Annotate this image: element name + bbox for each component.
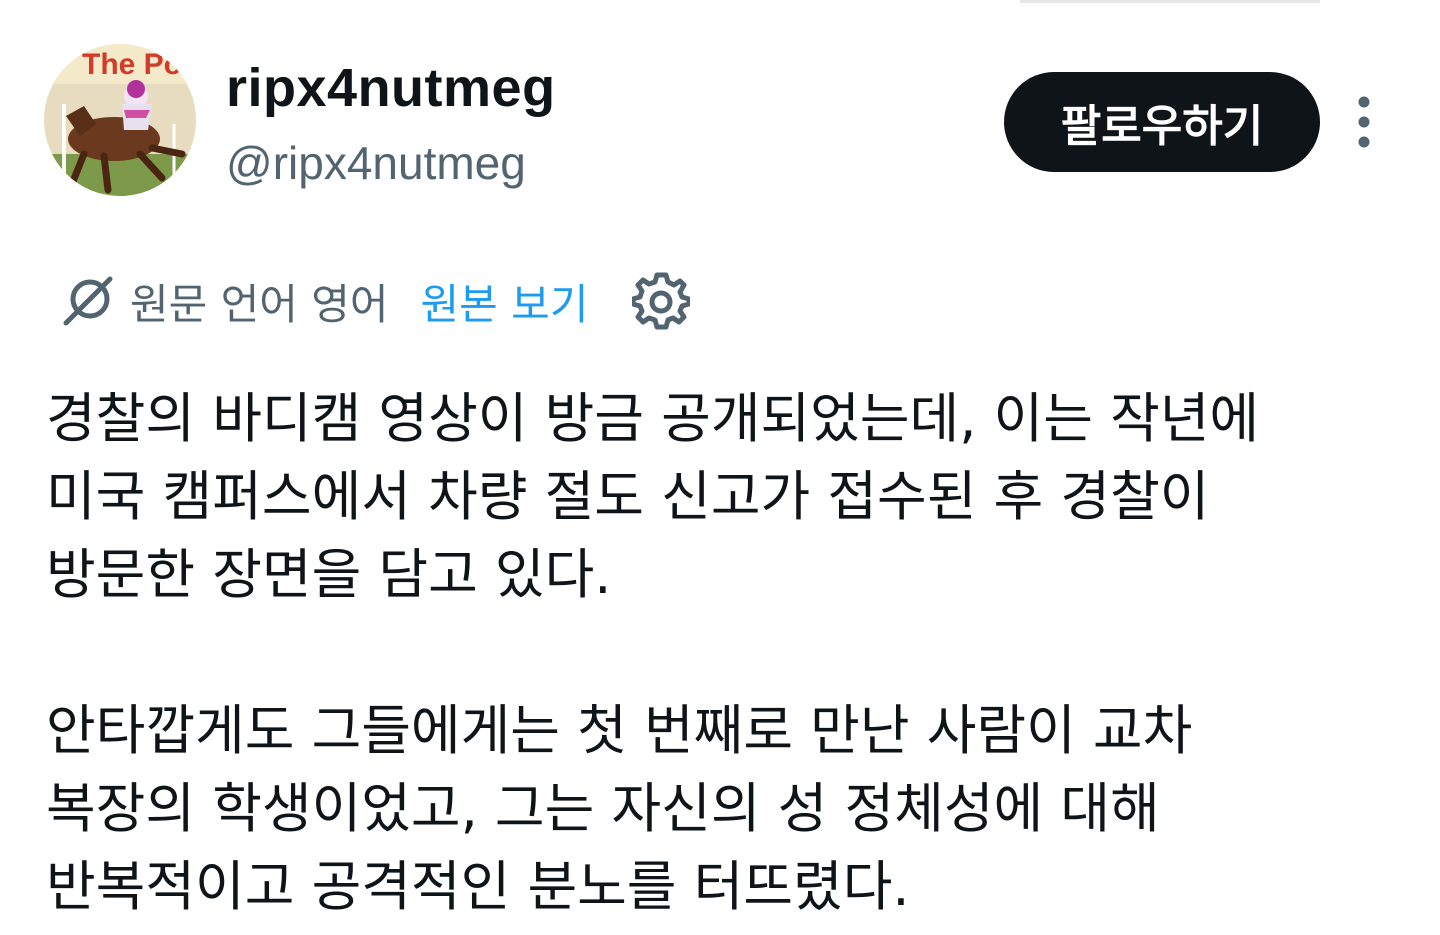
- tweet-paragraph: 경찰의 바디캠 영상이 방금 공개되었는데, 이는 작년에 미국 캠퍼스에서 차…: [46, 380, 1416, 614]
- more-vertical-icon[interactable]: [1344, 94, 1384, 150]
- tweet-view: The Post ripx4nutmeg @ripx4nutmeg 팔로우하기 …: [0, 0, 1440, 935]
- horse-racing-avatar-icon: The Post: [44, 44, 196, 196]
- tweet-line: 반복적이고 공격적인 분노를 터뜨렸다.: [46, 855, 910, 918]
- source-language-label: 원문 언어 영어: [130, 279, 389, 329]
- avatar[interactable]: The Post: [44, 44, 196, 196]
- avatar-text: The Post: [82, 48, 196, 81]
- top-divider: [1020, 0, 1320, 3]
- show-original-link[interactable]: 원본 보기: [421, 271, 589, 332]
- tweet-line: 복장의 학생이었고, 그는 자신의 성 정체성에 대해: [46, 777, 1160, 840]
- translation-bar: 원문 언어 영어 원본 보기: [60, 266, 691, 336]
- gear-icon[interactable]: [632, 272, 691, 330]
- tweet-body: 경찰의 바디캠 영상이 방금 공개되었는데, 이는 작년에 미국 캠퍼스에서 차…: [46, 380, 1416, 926]
- follow-button[interactable]: 팔로우하기: [1004, 72, 1320, 172]
- tweet-paragraph: 안타깝게도 그들에게는 첫 번째로 만난 사람이 교차 복장의 학생이었고, 그…: [46, 692, 1416, 926]
- tweet-line: 경찰의 바디캠 영상이 방금 공개되었는데, 이는 작년에: [46, 387, 1260, 450]
- tweet-line: 방문한 장면을 담고 있다.: [46, 543, 612, 606]
- display-name[interactable]: ripx4nutmeg: [226, 56, 556, 120]
- account-handle[interactable]: @ripx4nutmeg: [226, 134, 526, 192]
- translate-icon: [63, 276, 113, 326]
- tweet-line: 안타깝게도 그들에게는 첫 번째로 만난 사람이 교차: [46, 699, 1193, 762]
- tweet-line: 미국 캠퍼스에서 차량 절도 신고가 접수된 후 경찰이: [46, 465, 1210, 528]
